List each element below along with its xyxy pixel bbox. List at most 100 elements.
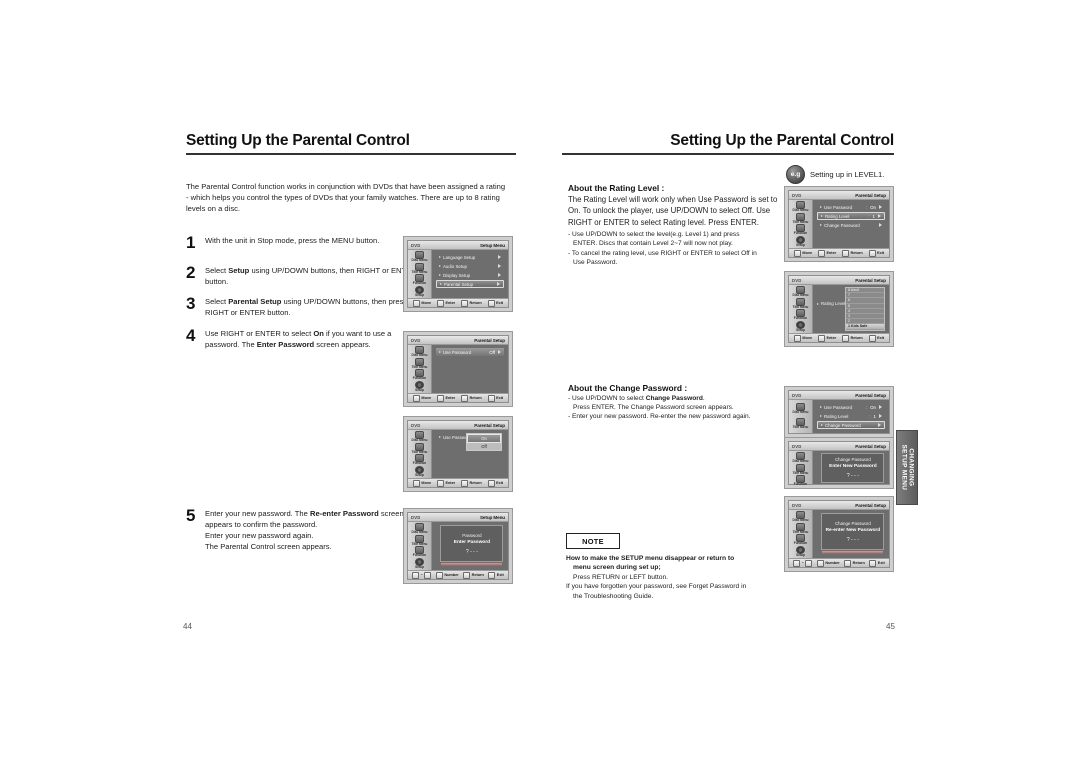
menu-row-audio-setup[interactable]: Audio Setup xyxy=(436,262,504,270)
key-hint-return: Return xyxy=(463,571,484,579)
sidebar-item-setup[interactable]: Setup xyxy=(408,465,431,478)
sidebar-item-setup[interactable]: Setup xyxy=(789,320,812,333)
sidebar-item-disc-menu[interactable]: Disc Menu xyxy=(789,511,812,523)
sidebar-item-disc-menu[interactable]: Disc Menu xyxy=(789,402,812,415)
sidebar-item-function[interactable]: Function xyxy=(789,534,812,546)
menu-row-change-password[interactable]: Change Password xyxy=(817,421,885,429)
key-hint-exit: Exit xyxy=(487,299,503,307)
sidebar-item-setup[interactable]: Setup xyxy=(789,545,812,558)
sidebar-item-title-menu[interactable]: Title Menu xyxy=(789,463,812,476)
page-number-left: 44 xyxy=(183,622,192,631)
rating-option-1[interactable]: 1 Kids Safe xyxy=(846,324,884,330)
sidebar-item-title-menu[interactable]: Title Menu xyxy=(789,297,812,310)
return-key-icon xyxy=(842,334,849,342)
menu-row-use-password[interactable]: Use Password Off xyxy=(436,348,504,356)
sidebar-item-disc-menu[interactable]: Disc Menu xyxy=(789,452,812,464)
menu-row-change-password[interactable]: Change Password xyxy=(817,221,885,229)
sidebar-item-title-menu[interactable]: Title Menu xyxy=(408,262,431,275)
bullet-icon xyxy=(817,302,819,305)
sidebar-item-disc-menu[interactable]: Disc Menu xyxy=(408,251,431,263)
sidebar-item-function[interactable]: Function xyxy=(408,454,431,466)
key-hint-move: Move xyxy=(412,479,431,487)
sidebar-item-function[interactable]: Function xyxy=(408,369,431,381)
chevron-right-icon xyxy=(498,273,501,277)
sidebar-item-function[interactable]: Function xyxy=(789,224,812,236)
menu-row-use-password[interactable]: Use Password : On xyxy=(817,203,885,211)
manual-spread: Setting Up the Parental Control The Pare… xyxy=(0,0,1080,763)
menu-row-rating-level[interactable]: Rating Level :1 xyxy=(817,212,885,220)
menu-row-rating-level[interactable]: Rating Level :1 xyxy=(817,412,885,420)
osd-source-label: DVD xyxy=(792,192,802,198)
bullet-icon xyxy=(440,283,442,285)
osd-source-label: DVD xyxy=(792,392,802,398)
osd-title: Parental Setup xyxy=(474,422,505,428)
key-hint-enter: Enter xyxy=(817,249,836,257)
sidebar-item-setup[interactable]: Setup xyxy=(408,285,431,298)
menu-row-use-password[interactable]: Use Password : On xyxy=(817,403,885,411)
rating-level-section: About the Rating Level : The Rating Leve… xyxy=(568,183,783,267)
sidebar-item-title-menu[interactable]: Title Menu xyxy=(789,418,812,430)
menu-row-label: Use Password xyxy=(824,404,853,410)
password-digit-row[interactable]: ? - - - xyxy=(847,537,859,543)
chevron-right-icon xyxy=(879,223,882,227)
menu-row-label: Change Password xyxy=(824,222,860,228)
menu-row-language-setup[interactable]: Language Setup xyxy=(436,253,504,261)
change-bullet-1-line-2: Press ENTER. The Change Password screen … xyxy=(573,404,734,412)
sidebar-item-setup[interactable]: Setup xyxy=(408,557,431,570)
use-password-dropdown[interactable]: On Off xyxy=(466,433,502,451)
password-digit-row[interactable]: ? - - - xyxy=(466,549,478,555)
sidebar-item-disc-menu[interactable]: Disc Menu xyxy=(408,431,431,443)
sidebar-item-function[interactable]: Function xyxy=(789,309,812,321)
dropdown-option-on[interactable]: On xyxy=(467,434,501,443)
key-hint-exit: Exit xyxy=(487,394,503,402)
key-hint-move: Move xyxy=(793,249,812,257)
osd-key-hints: Move Enter Return Exit xyxy=(408,393,508,402)
step-4-number: 4 xyxy=(186,326,196,345)
key-hint-enter: Enter xyxy=(817,334,836,342)
key-hint-exit: Exit xyxy=(868,334,884,342)
sidebar-item-function[interactable]: Function xyxy=(408,274,431,286)
side-tab-label: CHANGING SETUP MENU xyxy=(900,444,915,491)
sidebar-item-title-menu[interactable]: Title Menu xyxy=(789,212,812,225)
step-5-text: Enter your new password. The Re-enter Pa… xyxy=(205,509,404,551)
sidebar-item-title-menu[interactable]: Title Menu xyxy=(408,534,431,547)
sidebar-item-title-menu[interactable]: Title Menu xyxy=(789,522,812,535)
updown-key-icon xyxy=(412,479,420,487)
key-hint-exit: Exit xyxy=(869,559,885,567)
rating-level-bullets: - Use UP/DOWN to select the level(e.g. L… xyxy=(568,230,783,267)
sidebar-item-title-menu[interactable]: Title Menu xyxy=(408,357,431,370)
return-key-icon xyxy=(844,559,852,567)
number-key-icon xyxy=(435,571,443,579)
change-password-title: About the Change Password : xyxy=(568,383,688,393)
sidebar-item-setup[interactable]: Setup xyxy=(789,235,812,248)
osd-screenshot-reenter-new-password: DVD Parental Setup Disc Menu Title Menu … xyxy=(784,496,894,572)
sidebar-label: Title Menu xyxy=(792,425,809,430)
bullet-icon xyxy=(820,224,822,226)
rating-bullet-2-line-2: Use Password. xyxy=(573,258,618,266)
osd-key-hints: Move Enter Return Exit xyxy=(408,298,508,307)
sidebar-item-disc-menu[interactable]: Disc Menu xyxy=(408,523,431,535)
sidebar-item-function[interactable]: Function xyxy=(789,475,812,487)
osd-screenshot-enter-password: DVD Setup Menu Disc Menu Title Menu Func… xyxy=(403,508,513,584)
sidebar-item-disc-menu[interactable]: Disc Menu xyxy=(789,286,812,298)
updown-key-icon xyxy=(793,334,801,342)
sidebar-item-title-menu[interactable]: Title Menu xyxy=(408,442,431,455)
bullet-icon xyxy=(820,415,822,417)
menu-row-label: Parental Setup xyxy=(444,281,474,287)
enter-key-icon xyxy=(436,394,444,402)
rating-level-list[interactable]: 8 Adult 7 6 5 4 3 2 1 Kids Safe xyxy=(845,287,885,331)
chevron-right-icon xyxy=(879,405,882,409)
password-digits: ? - - - xyxy=(846,472,859,479)
dropdown-option-off[interactable]: Off xyxy=(467,443,501,450)
menu-row-display-setup[interactable]: Display Setup xyxy=(436,271,504,279)
exit-key-icon xyxy=(868,334,876,342)
sidebar-item-function[interactable]: Function xyxy=(408,546,431,558)
sidebar-item-disc-menu[interactable]: Disc Menu xyxy=(408,346,431,358)
menu-row-parental-setup[interactable]: Parental Setup xyxy=(436,280,504,288)
password-digit-row[interactable]: ? - - - xyxy=(847,473,859,479)
number-range-icon xyxy=(805,559,813,567)
enter-key-icon xyxy=(436,479,444,487)
sidebar-item-setup[interactable]: Setup xyxy=(408,380,431,393)
rating-level-label: Rating Level xyxy=(817,301,845,306)
sidebar-item-disc-menu[interactable]: Disc Menu xyxy=(789,201,812,213)
